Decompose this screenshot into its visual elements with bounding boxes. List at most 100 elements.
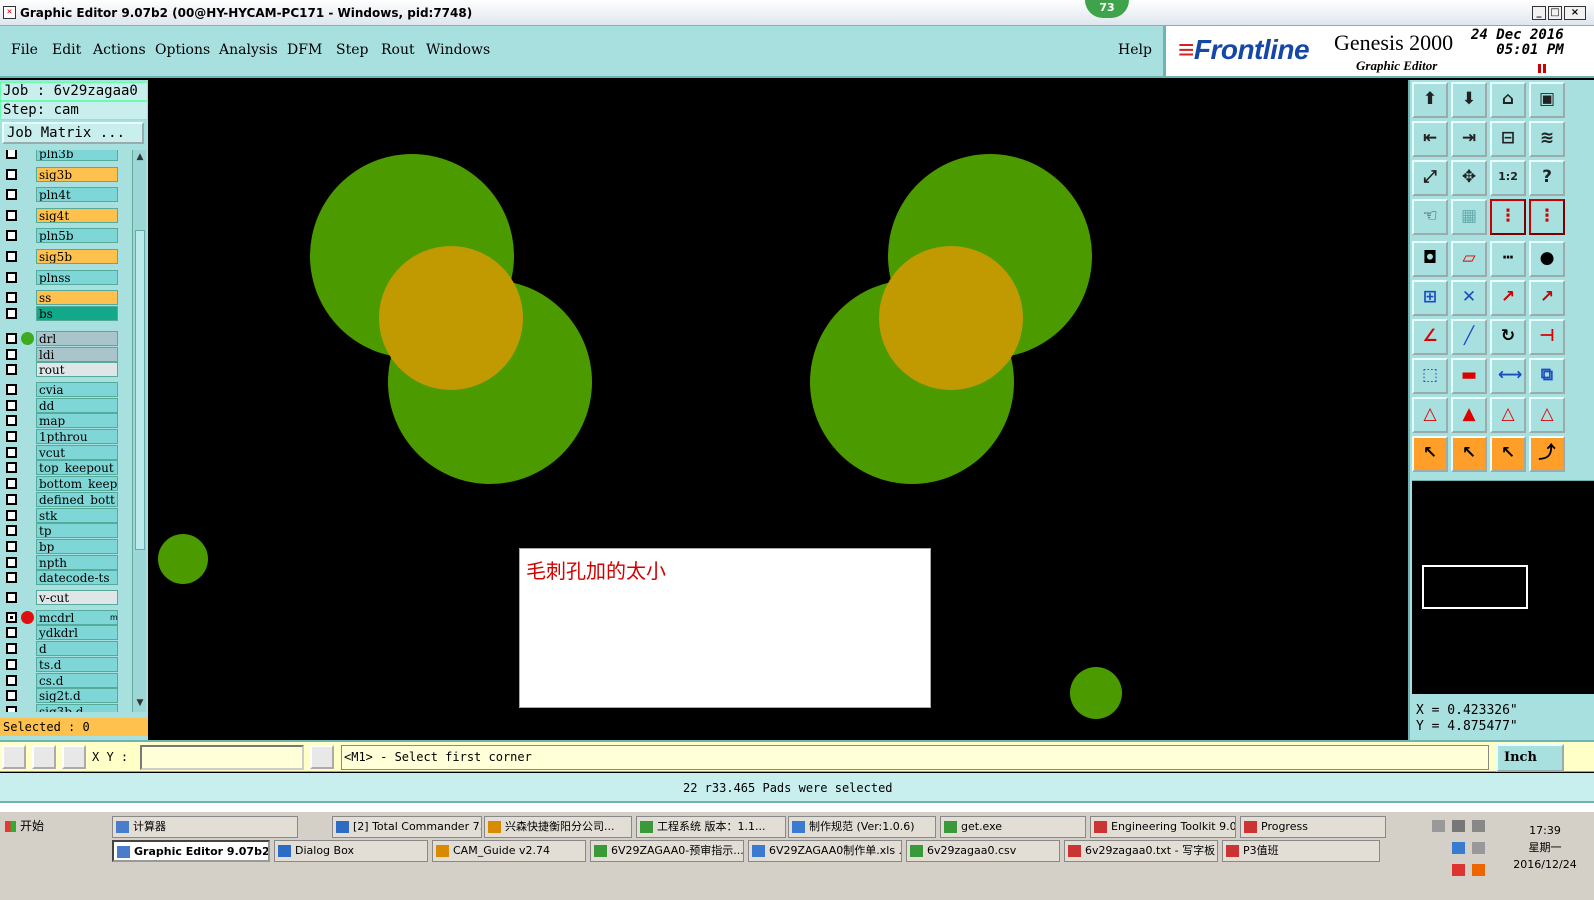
- layer-row[interactable]: sig4t: [0, 207, 132, 224]
- menu-windows[interactable]: Windows: [426, 42, 490, 58]
- grid-icon[interactable]: [62, 745, 86, 769]
- layer-row[interactable]: datecode-ts: [0, 570, 132, 586]
- job-matrix-button[interactable]: Job Matrix ...: [2, 122, 144, 144]
- distance-icon[interactable]: ⊣: [1529, 319, 1565, 355]
- menu-options[interactable]: Options: [155, 42, 210, 58]
- taskbar-item[interactable]: 6v29zagaa0.csv: [906, 840, 1060, 862]
- tray-icon[interactable]: [1472, 864, 1485, 876]
- menu-edit[interactable]: Edit: [52, 42, 81, 58]
- close-button[interactable]: ×: [1564, 6, 1586, 20]
- layer-name[interactable]: bs: [36, 306, 118, 322]
- layer-row[interactable]: sig5b: [0, 249, 132, 265]
- taskbar-item[interactable]: [2] Total Commander 7...: [332, 816, 482, 838]
- select-circle-icon[interactable]: ↖: [1490, 436, 1526, 472]
- layer-name[interactable]: pln4t: [36, 187, 118, 203]
- layer-row[interactable]: 1pthrou: [0, 429, 132, 445]
- layer-row[interactable]: v-cut: [0, 590, 132, 606]
- layer-row[interactable]: defined_bott: [0, 491, 132, 508]
- layer-name[interactable]: pln3b: [36, 150, 118, 161]
- layer-name[interactable]: tp: [36, 523, 118, 539]
- pan-icon[interactable]: ✥: [1451, 160, 1487, 196]
- tray-icon[interactable]: [1452, 842, 1465, 854]
- layer-name[interactable]: cvia: [36, 381, 118, 397]
- layer-checkbox[interactable]: [6, 674, 17, 686]
- layer-row[interactable]: pln5b: [0, 228, 132, 244]
- layer-row[interactable]: mcdrl m: [0, 609, 132, 626]
- layer-row[interactable]: rout: [0, 362, 132, 378]
- arrow-point-icon[interactable]: ↗: [1529, 280, 1565, 316]
- layer-checkbox[interactable]: [6, 271, 17, 283]
- layer-row[interactable]: ss: [0, 290, 132, 306]
- layer-checkbox[interactable]: [6, 251, 17, 262]
- tray-icon[interactable]: [1452, 864, 1465, 876]
- layer-checkbox[interactable]: [6, 525, 17, 537]
- overview-frame[interactable]: [1422, 565, 1528, 609]
- layer-row[interactable]: tp: [0, 523, 132, 539]
- layer-row[interactable]: sig2t.d: [0, 688, 132, 704]
- layer-row[interactable]: drl: [0, 330, 132, 347]
- layer-row[interactable]: stk: [0, 507, 132, 524]
- layer-name[interactable]: ss: [36, 290, 118, 306]
- taskbar-item[interactable]: 计算器: [112, 816, 298, 838]
- annotation-box[interactable]: 毛刺孔加的太小: [519, 548, 931, 708]
- taskbar-item[interactable]: 制作规范 (Ver:1.0.6): [788, 816, 936, 838]
- menu-file[interactable]: File: [11, 42, 38, 58]
- layer-checkbox[interactable]: [6, 478, 17, 490]
- layer-row[interactable]: cvia: [0, 381, 132, 398]
- layer-checkbox[interactable]: [6, 209, 17, 221]
- layer-row[interactable]: plnss: [0, 269, 132, 286]
- layer-name[interactable]: vcut: [36, 444, 118, 460]
- layer-name[interactable]: top_keepout: [36, 460, 118, 476]
- menu-step[interactable]: Step: [336, 42, 368, 58]
- taskbar-item[interactable]: Graphic Editor 9.07b2 ...: [112, 840, 270, 862]
- layer-checkbox[interactable]: [6, 150, 17, 159]
- select-icon[interactable]: ↖: [1412, 436, 1448, 472]
- taskbar-clock[interactable]: 17:39 星期一 2016/12/24: [1500, 822, 1590, 873]
- layer-scrollbar[interactable]: ▲ ▼: [132, 150, 146, 712]
- taskbar-item[interactable]: Progress: [1240, 816, 1386, 838]
- layer-checkbox[interactable]: [6, 308, 17, 320]
- minimize-button[interactable]: _: [1532, 6, 1546, 20]
- layer-name[interactable]: bottom_keepe: [36, 476, 118, 492]
- taskbar-item[interactable]: Engineering Toolkit 9.0...: [1090, 816, 1236, 838]
- volume-icon[interactable]: [1472, 842, 1485, 854]
- zoom-fit-icon[interactable]: ⤢: [1412, 160, 1448, 196]
- layer-name[interactable]: cs.d: [36, 672, 118, 688]
- scroll-down-icon[interactable]: ▼: [135, 698, 145, 708]
- pad-orange[interactable]: [879, 246, 1023, 390]
- layer-name[interactable]: sig4t: [36, 207, 118, 223]
- layer-name[interactable]: ts.d: [36, 656, 118, 672]
- ruler-icon[interactable]: ┅: [1490, 241, 1526, 277]
- layer-name[interactable]: plnss: [36, 269, 118, 285]
- layer-compare-icon[interactable]: ⋮: [1490, 199, 1526, 235]
- move-left-icon[interactable]: ⇤: [1412, 121, 1448, 157]
- tray-icon[interactable]: [1432, 820, 1445, 832]
- hand-icon[interactable]: ☜: [1412, 199, 1448, 235]
- menu-help[interactable]: Help: [1118, 42, 1152, 58]
- layer-checkbox[interactable]: [6, 332, 17, 344]
- grid-icon[interactable]: ▦: [1451, 199, 1487, 235]
- layer-checkbox[interactable]: [6, 292, 17, 304]
- scale-icon[interactable]: 1:2: [1490, 160, 1526, 196]
- split-icon[interactable]: ⊟: [1490, 121, 1526, 157]
- intersect-icon[interactable]: ✕: [1451, 280, 1487, 316]
- layer-checkbox[interactable]: [6, 446, 17, 458]
- layer-row[interactable]: sig3b: [0, 166, 132, 183]
- layer-row[interactable]: d: [0, 641, 132, 657]
- rectangle-icon[interactable]: ▱: [1451, 241, 1487, 277]
- angle-icon[interactable]: ∠: [1412, 319, 1448, 355]
- layer-checkbox[interactable]: [6, 509, 17, 521]
- layer-row[interactable]: pln3b: [0, 150, 132, 162]
- pause-icon[interactable]: [1538, 64, 1546, 73]
- segment-icon[interactable]: ⬚: [1412, 358, 1448, 394]
- layer-name[interactable]: defined_bott: [36, 491, 118, 507]
- taskbar-item[interactable]: 6V29ZAGAA0制作单.xls ...: [748, 840, 902, 862]
- layer-checkbox[interactable]: [6, 431, 17, 442]
- triangle-b-icon[interactable]: △: [1490, 397, 1526, 433]
- menu-rout[interactable]: Rout: [381, 42, 415, 58]
- layer-name[interactable]: sig2t.d: [36, 688, 118, 704]
- layer-name[interactable]: npth: [36, 554, 118, 570]
- layer-checkbox[interactable]: [6, 168, 17, 180]
- help-icon[interactable]: ?: [1529, 160, 1565, 196]
- connect-icon[interactable]: ⊞: [1412, 280, 1448, 316]
